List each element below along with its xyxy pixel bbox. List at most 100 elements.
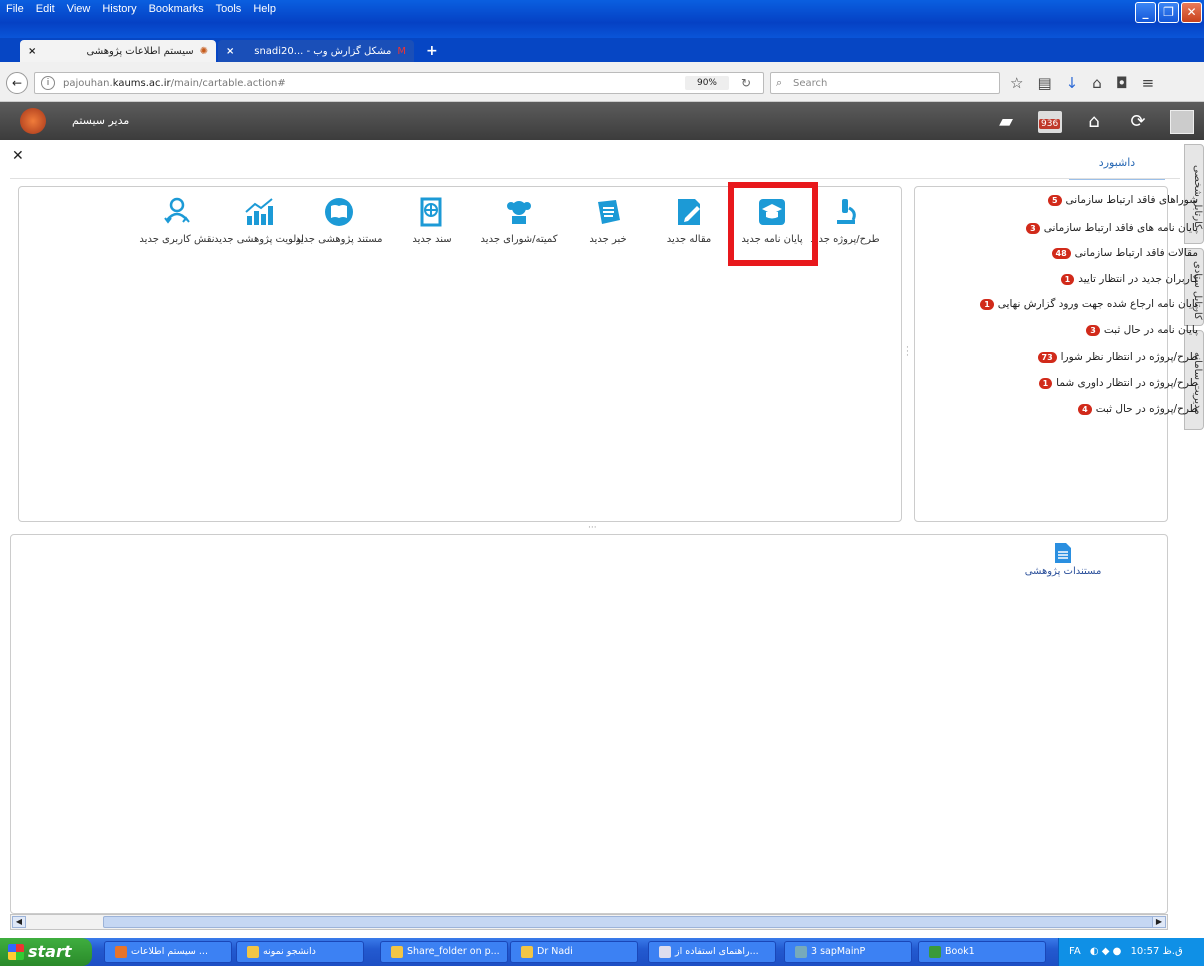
reload-icon[interactable]: ↻ [741, 76, 751, 90]
edit-doc-icon [678, 199, 700, 225]
new-priority-action[interactable]: اولویت پژوهشی جدید [214, 196, 304, 245]
scroll-right-icon[interactable]: ▶ [1152, 916, 1166, 928]
highlight-box [728, 182, 818, 266]
new-news-action[interactable]: خبر جدید [563, 196, 653, 245]
share-folder-icon [391, 945, 403, 958]
menu-help[interactable]: Help [253, 3, 276, 15]
horizontal-scrollbar[interactable]: ◀ ▶ [10, 914, 1168, 930]
home-icon[interactable]: ⌂ [1092, 74, 1102, 92]
scroll-left-icon[interactable]: ◀ [12, 916, 26, 928]
tab-title: snadi20... - مشکل گزارش وب [254, 45, 392, 57]
research-documents-link[interactable]: مستندات پژوهشی [1018, 542, 1108, 577]
close-tab-icon[interactable]: × [28, 46, 36, 57]
url-text: pajouhan.kaums.ac.ir/main/cartable.actio… [63, 78, 286, 89]
new-research-doc-action[interactable]: مستند پژوهشی جدید [294, 196, 384, 245]
taskbar: start سیستم اطلاعات ... دانشجو نمونه Sha… [0, 938, 1204, 966]
taskbar-item[interactable]: دانشجو نمونه [236, 941, 364, 963]
action-label: نقش کاربری جدید [139, 234, 215, 245]
notice-item[interactable]: پایان نامه های فاقد ارتباط سازمانی 3 [1026, 222, 1198, 234]
notice-item[interactable]: پایان نامه ارجاع شده جهت ورود گزارش نهای… [980, 298, 1198, 310]
taskbar-item[interactable]: Book1 [918, 941, 1046, 963]
close-icon[interactable]: ✕ [12, 148, 24, 164]
book-icon [325, 198, 353, 226]
close-window-button[interactable]: ✕ [1181, 2, 1202, 23]
notice-item[interactable]: طرح/پروژه در حال ثبت 4 [1078, 403, 1198, 415]
chat-icon[interactable]: ▰ [994, 111, 1018, 133]
menu-edit[interactable]: Edit [36, 3, 55, 15]
side-tab-staff[interactable]: کارتابل ستادی [1184, 248, 1204, 326]
refresh-icon[interactable]: ⟳ [1126, 111, 1150, 133]
start-button[interactable]: start [0, 938, 92, 966]
resize-handle-horizontal[interactable]: ··· [588, 523, 597, 533]
avatar[interactable] [1170, 110, 1194, 134]
notice-item[interactable]: پایان نامه در حال ثبت 3 [1086, 324, 1198, 336]
menu-history[interactable]: History [102, 3, 136, 15]
gmail-favicon-icon: M [397, 45, 406, 57]
tab-dashboard[interactable]: داشبورد [1069, 148, 1165, 180]
menu-file[interactable]: File [6, 3, 24, 15]
header-actions: ▰ 936 ⌂ ⟳ [994, 110, 1194, 134]
firefox-icon [115, 945, 127, 958]
notice-item[interactable]: طرح/پروژه در انتظار نظر شورا 73 [1037, 351, 1198, 363]
resize-handle-vertical[interactable]: · · · [906, 344, 910, 361]
globe-doc-icon [420, 197, 442, 227]
notice-item[interactable]: طرح/پروژه در انتظار داوری شما 1 [1038, 377, 1198, 389]
window-title-bar: File Edit View History Bookmarks Tools H… [0, 0, 1204, 38]
new-user-role-action[interactable]: نقش کاربری جدید [132, 196, 222, 245]
bookmark-star-icon[interactable]: ☆ [1010, 74, 1023, 92]
tab-divider [10, 178, 1180, 179]
restore-button[interactable]: ❐ [1158, 2, 1179, 23]
download-icon[interactable]: ↓ [1066, 74, 1079, 92]
navigation-bar: ← i pajouhan.kaums.ac.ir/main/cartable.a… [0, 62, 1204, 102]
tab-webmail[interactable]: × snadi20... - مشکل گزارش وب M [218, 40, 414, 62]
minimize-button[interactable]: _ [1135, 2, 1156, 23]
action-label: سند جدید [412, 234, 452, 245]
action-label: طرح/پروژه جدید [810, 234, 880, 245]
info-icon[interactable]: i [41, 76, 55, 90]
clock: 10:57 ق.ظ [1130, 946, 1183, 957]
taskbar-item[interactable]: سیستم اطلاعات ... [104, 941, 232, 963]
scrollbar-thumb[interactable] [103, 916, 1155, 928]
search-icon: ⌕ [776, 76, 783, 89]
taskbar-item[interactable]: راهنمای استفاده از... [648, 941, 776, 963]
taskbar-item[interactable]: 3 sapMainP [784, 941, 912, 963]
notice-item[interactable]: مقالات فاقد ارتباط سازمانی 48 [1051, 247, 1198, 259]
taskbar-item[interactable]: Dr Nadi [510, 941, 638, 963]
new-tab-button[interactable]: + [426, 43, 438, 59]
tab-research-system[interactable]: × سیستم اطلاعات پژوهشی ✺ [20, 40, 216, 62]
url-bar[interactable]: i pajouhan.kaums.ac.ir/main/cartable.act… [34, 72, 764, 94]
count-badge: 5 [1047, 194, 1062, 206]
documents-panel [10, 534, 1168, 914]
menu-bookmarks[interactable]: Bookmarks [149, 3, 204, 15]
hamburger-menu-icon[interactable]: ≡ [1142, 74, 1155, 92]
tray-icons: ◐ ◆ ● [1089, 946, 1122, 957]
notice-item[interactable]: شوراهای فاقد ارتباط سازمانی 5 [1047, 194, 1198, 206]
home-icon[interactable]: ⌂ [1082, 111, 1106, 133]
language-indicator[interactable]: FA [1069, 946, 1081, 957]
search-input[interactable]: ⌕ Search [770, 72, 1000, 94]
pocket-icon[interactable]: ◘ [1116, 74, 1128, 92]
action-label: مستند پژوهشی جدید [295, 234, 383, 245]
site-favicon-icon: ✺ [199, 45, 208, 57]
word-doc-icon [659, 945, 671, 958]
action-label: اولویت پژوهشی جدید [214, 234, 304, 245]
count-badge: 1 [1060, 273, 1075, 285]
microscope-icon [837, 199, 856, 224]
new-article-action[interactable]: مقاله جدید [644, 196, 734, 245]
newspaper-icon [598, 200, 620, 224]
folder-icon [521, 945, 533, 958]
windows-logo-icon [8, 944, 24, 960]
new-document-action[interactable]: سند جدید [387, 196, 477, 245]
mail-icon[interactable]: 936 [1038, 111, 1062, 133]
menu-tools[interactable]: Tools [216, 3, 242, 15]
taskbar-item[interactable]: Share_folder on p... [380, 941, 508, 963]
reading-list-icon[interactable]: ▤ [1037, 74, 1051, 92]
count-badge: 73 [1037, 351, 1057, 363]
excel-icon [929, 945, 941, 958]
back-button[interactable]: ← [6, 72, 28, 94]
zoom-indicator[interactable]: 90% [685, 76, 729, 90]
new-committee-action[interactable]: کمیته/شورای جدید [474, 196, 564, 245]
notice-item[interactable]: کاربران جدید در انتظار تایید 1 [1060, 273, 1198, 285]
close-tab-icon[interactable]: × [226, 46, 234, 57]
menu-view[interactable]: View [67, 3, 91, 15]
